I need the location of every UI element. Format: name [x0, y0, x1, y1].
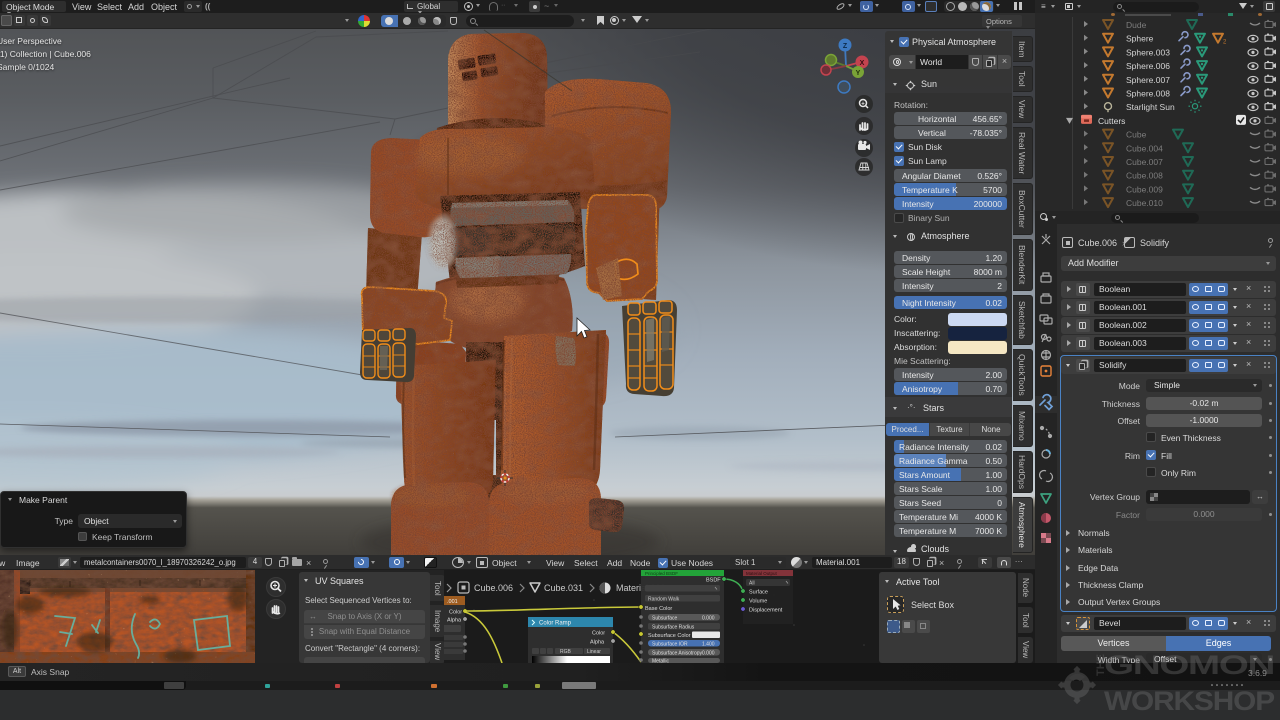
svg-text:Sphere.003: Sphere.003: [1126, 47, 1170, 57]
svg-text:Cube.010: Cube.010: [1126, 198, 1163, 208]
svg-text:Base Color: Base Color: [645, 606, 672, 612]
svg-text:Cube.009: Cube.009: [1126, 184, 1163, 194]
svg-text:Color: Color: [449, 610, 462, 616]
svg-text:RGB: RGB: [560, 649, 572, 655]
svg-text:X: X: [860, 60, 865, 67]
svg-text:1.400: 1.400: [702, 642, 715, 648]
svg-text:.001: .001: [447, 599, 458, 605]
svg-text:Subsurface IOR: Subsurface IOR: [652, 642, 688, 648]
svg-text:Cube.004: Cube.004: [1126, 143, 1163, 153]
svg-text:Cube: Cube: [1126, 130, 1147, 140]
svg-text:Cube.007: Cube.007: [1126, 157, 1163, 167]
svg-text:BSDF: BSDF: [706, 578, 721, 584]
svg-text:Cube.008: Cube.008: [1126, 171, 1163, 181]
svg-text:Material Output: Material Output: [746, 571, 778, 576]
svg-text:Displacement: Displacement: [749, 608, 783, 614]
svg-text:Subsurface Color: Subsurface Color: [648, 633, 691, 639]
svg-text:All: All: [749, 581, 755, 587]
svg-text:Alpha: Alpha: [447, 618, 462, 624]
svg-text:Starlight Sun: Starlight Sun: [1126, 102, 1175, 112]
svg-text:Color Ramp: Color Ramp: [539, 621, 572, 627]
svg-text:Cube.006: Cube.006: [474, 583, 513, 593]
svg-text:Sphere.008: Sphere.008: [1126, 89, 1170, 99]
svg-text:Z: Z: [843, 43, 848, 50]
svg-text:Color: Color: [592, 631, 605, 637]
svg-text:Alpha: Alpha: [590, 640, 605, 646]
svg-text:WORKSHOP: WORKSHOP: [1104, 686, 1275, 716]
svg-text:0.000: 0.000: [702, 616, 715, 622]
svg-text:Volume: Volume: [749, 599, 767, 605]
svg-text:Random Walk: Random Walk: [648, 597, 680, 603]
svg-text:GNOMON: GNOMON: [1104, 650, 1274, 680]
svg-text:Cube.031: Cube.031: [544, 583, 583, 593]
svg-text:Linear: Linear: [587, 649, 601, 655]
svg-text:Sphere.007: Sphere.007: [1126, 75, 1170, 85]
svg-text:0.000: 0.000: [702, 651, 715, 657]
svg-text:Sphere.006: Sphere.006: [1126, 61, 1170, 71]
svg-text:Y: Y: [856, 70, 861, 77]
svg-text:Sphere: Sphere: [1126, 34, 1154, 44]
svg-text:Subsurface Anisotropy: Subsurface Anisotropy: [652, 651, 703, 657]
svg-text:Dude: Dude: [1126, 20, 1147, 30]
svg-text:Subsurface: Subsurface: [652, 616, 678, 622]
svg-text:+: +: [861, 102, 865, 108]
svg-text:Surface: Surface: [749, 590, 768, 596]
svg-text:Principled BSDF: Principled BSDF: [645, 571, 678, 576]
svg-text:2: 2: [1223, 40, 1227, 46]
svg-text:Subsurface Radius: Subsurface Radius: [652, 625, 695, 631]
svg-text:Cutters: Cutters: [1098, 116, 1125, 126]
